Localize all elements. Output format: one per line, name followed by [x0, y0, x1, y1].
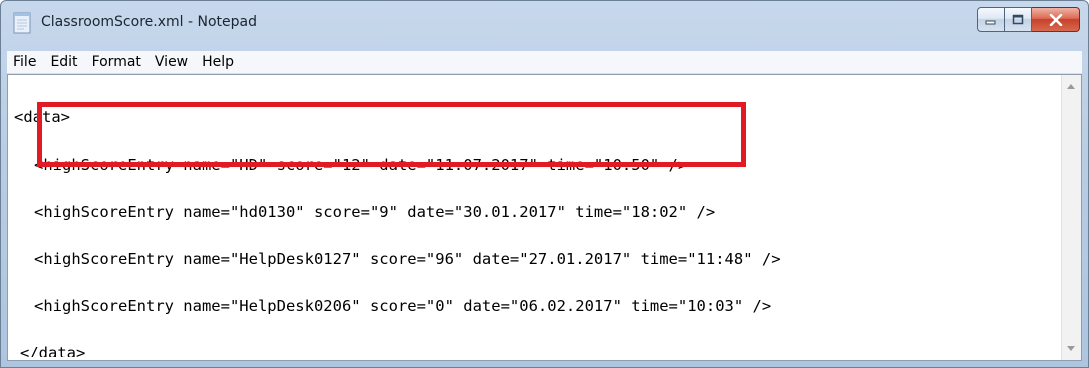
menu-format[interactable]: Format	[86, 54, 149, 70]
title-bar[interactable]: ClassroomScore.xml - Notepad	[1, 1, 1088, 51]
red-highlight-annotation	[37, 102, 746, 167]
vertical-scrollbar[interactable]	[1061, 75, 1081, 360]
minimize-icon	[985, 20, 996, 24]
line-close-tag: </data>	[20, 343, 86, 357]
scroll-down-arrow-icon[interactable]	[1067, 346, 1075, 351]
line-entry-4: <highScoreEntry name="HelpDesk0206" scor…	[34, 296, 772, 315]
notepad-window: ClassroomScore.xml - Notepad File Edit F…	[0, 0, 1089, 368]
window-title: ClassroomScore.xml - Notepad	[41, 14, 257, 30]
menu-edit[interactable]: Edit	[44, 54, 85, 70]
menu-bar: File Edit Format View Help	[7, 51, 1082, 74]
menu-help[interactable]: Help	[196, 54, 242, 70]
menu-file[interactable]: File	[7, 54, 44, 70]
maximize-button[interactable]	[1005, 7, 1032, 32]
maximize-icon	[1012, 14, 1024, 25]
notepad-icon	[13, 12, 31, 34]
menu-view[interactable]: View	[149, 54, 196, 70]
close-icon	[1049, 13, 1062, 26]
text-editor[interactable]: <data> <highScoreEntry name="HD" score="…	[7, 74, 1082, 361]
line-entry-3: <highScoreEntry name="HelpDesk0127" scor…	[34, 249, 781, 268]
minimize-button[interactable]	[977, 7, 1005, 32]
close-button[interactable]	[1032, 7, 1080, 32]
window-controls	[977, 7, 1080, 33]
line-entry-2: <highScoreEntry name="hd0130" score="9" …	[34, 202, 716, 221]
scroll-up-arrow-icon[interactable]	[1067, 84, 1075, 89]
